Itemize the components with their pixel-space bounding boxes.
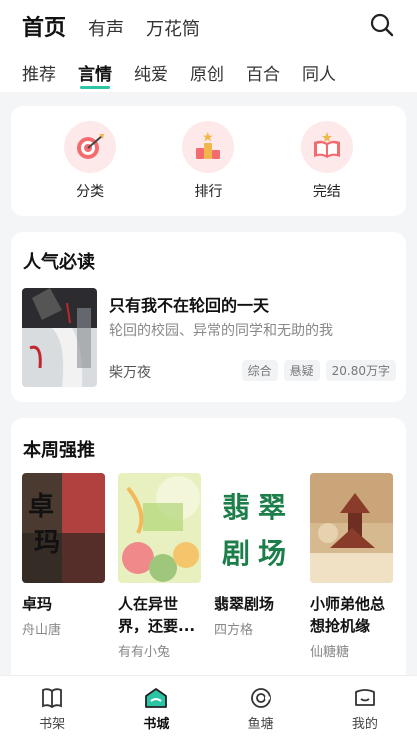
subtab-fanfic[interactable]: 同人 bbox=[302, 60, 336, 85]
book-author: 柴万夜 bbox=[109, 365, 151, 381]
tab-home[interactable]: 首页 bbox=[22, 10, 66, 42]
book-title: 翡翠剧场 bbox=[214, 595, 275, 613]
category-classify[interactable]: 分类 bbox=[50, 121, 130, 201]
book-cover[interactable]: 翡 翠 剧 场 bbox=[214, 473, 297, 583]
genre-tag: 悬疑 bbox=[283, 360, 320, 381]
bottom-nav: 书架 书城 鱼塘 我的 bbox=[0, 675, 417, 741]
book-title: 小师弟他总想抢机缘 bbox=[310, 595, 386, 635]
book-author: 仙糖糖 bbox=[310, 645, 350, 660]
cover-title: 卓 bbox=[28, 492, 54, 522]
cover-title: 剧 bbox=[222, 537, 250, 570]
trophy-icon bbox=[182, 121, 235, 173]
nav-bookstore[interactable]: 书城 bbox=[121, 676, 191, 741]
book-item[interactable]: 卓 玛 卓玛 舟山唐 bbox=[22, 473, 105, 660]
sub-tabs: 推荐 言情 纯爱 原创 百合 同人 bbox=[22, 60, 358, 89]
nav-label: 鱼塘 bbox=[247, 717, 274, 732]
book-cover[interactable] bbox=[118, 473, 201, 583]
category-label: 排行 bbox=[194, 184, 223, 200]
book-item[interactable]: 小师弟他总想抢机缘 仙糖糖 bbox=[310, 473, 393, 660]
tab-audio[interactable]: 有声 bbox=[88, 15, 124, 41]
book-cover[interactable]: 卓 玛 bbox=[22, 473, 105, 583]
book-author: 舟山唐 bbox=[22, 623, 62, 638]
nav-profile[interactable]: 我的 bbox=[330, 676, 400, 741]
book-author: 有有小兔 bbox=[118, 645, 171, 660]
top-tabs: 首页 有声 万花筒 bbox=[22, 10, 222, 42]
book-title: 人在异世界，还要... bbox=[118, 595, 196, 635]
popular-section: 人气必读 只有我不在轮回的一天 轮回的校园、异常的同学和无助的我 柴万夜 综合 … bbox=[11, 232, 406, 402]
nav-label: 书架 bbox=[39, 717, 66, 732]
cover-title: 翡 bbox=[222, 491, 250, 524]
subtab-yuri[interactable]: 百合 bbox=[246, 60, 280, 85]
book-title[interactable]: 只有我不在轮回的一天 bbox=[109, 292, 269, 316]
subtab-recommend[interactable]: 推荐 bbox=[22, 60, 56, 85]
search-icon bbox=[370, 13, 394, 37]
word-count-tag: 20.80万字 bbox=[325, 360, 396, 381]
book-title: 卓玛 bbox=[22, 595, 53, 613]
search-button[interactable] bbox=[369, 12, 395, 38]
book-author: 四方格 bbox=[214, 623, 254, 638]
header: 首页 有声 万花筒 推荐 言情 纯爱 原创 百合 同人 bbox=[0, 0, 417, 92]
target-icon bbox=[64, 121, 117, 173]
category-label: 完结 bbox=[312, 184, 341, 200]
category-label: 分类 bbox=[76, 184, 105, 200]
cover-title: 场 bbox=[258, 537, 286, 570]
profile-icon bbox=[354, 689, 375, 706]
category-ranking[interactable]: 排行 bbox=[168, 121, 248, 201]
section-title: 人气必读 bbox=[23, 252, 95, 273]
subtab-romance[interactable]: 言情 bbox=[78, 60, 112, 89]
bookstore-icon bbox=[145, 688, 168, 708]
book-cover[interactable] bbox=[22, 288, 97, 387]
book-cover[interactable] bbox=[310, 473, 393, 583]
book-tags: 综合 悬疑 20.80万字 bbox=[236, 360, 396, 381]
open-book-icon bbox=[300, 121, 353, 173]
book-description: 轮回的校园、异常的同学和无助的我 bbox=[109, 323, 333, 339]
book-item[interactable]: 人在异世界，还要... 有有小兔 bbox=[118, 473, 201, 660]
nav-label: 书城 bbox=[143, 717, 170, 732]
bookshelf-icon bbox=[42, 688, 63, 709]
section-title: 本周强推 bbox=[23, 440, 95, 461]
tab-kaleidoscope[interactable]: 万花筒 bbox=[146, 15, 200, 41]
cover-title: 玛 bbox=[34, 528, 60, 558]
subtab-pure-love[interactable]: 纯爱 bbox=[134, 60, 168, 85]
fishpond-icon bbox=[250, 688, 271, 708]
book-item[interactable]: 翡 翠 剧 场 翡翠剧场 四方格 bbox=[214, 473, 297, 660]
genre-tag: 综合 bbox=[241, 360, 278, 381]
category-card: 分类 排行 完结 bbox=[11, 106, 406, 216]
subtab-original[interactable]: 原创 bbox=[190, 60, 224, 85]
weekly-section: 本周强推 卓 玛 卓玛 舟山唐 人在异世界，还要... 有有小兔 翡 翠 剧 场… bbox=[11, 418, 406, 698]
book-list: 卓 玛 卓玛 舟山唐 人在异世界，还要... 有有小兔 翡 翠 剧 场 翡翠剧场… bbox=[22, 473, 406, 660]
nav-label: 我的 bbox=[351, 717, 378, 732]
nav-fishpond[interactable]: 鱼塘 bbox=[226, 676, 296, 741]
nav-bookshelf[interactable]: 书架 bbox=[17, 676, 87, 741]
category-completed[interactable]: 完结 bbox=[287, 121, 367, 201]
cover-title: 翠 bbox=[258, 491, 286, 524]
